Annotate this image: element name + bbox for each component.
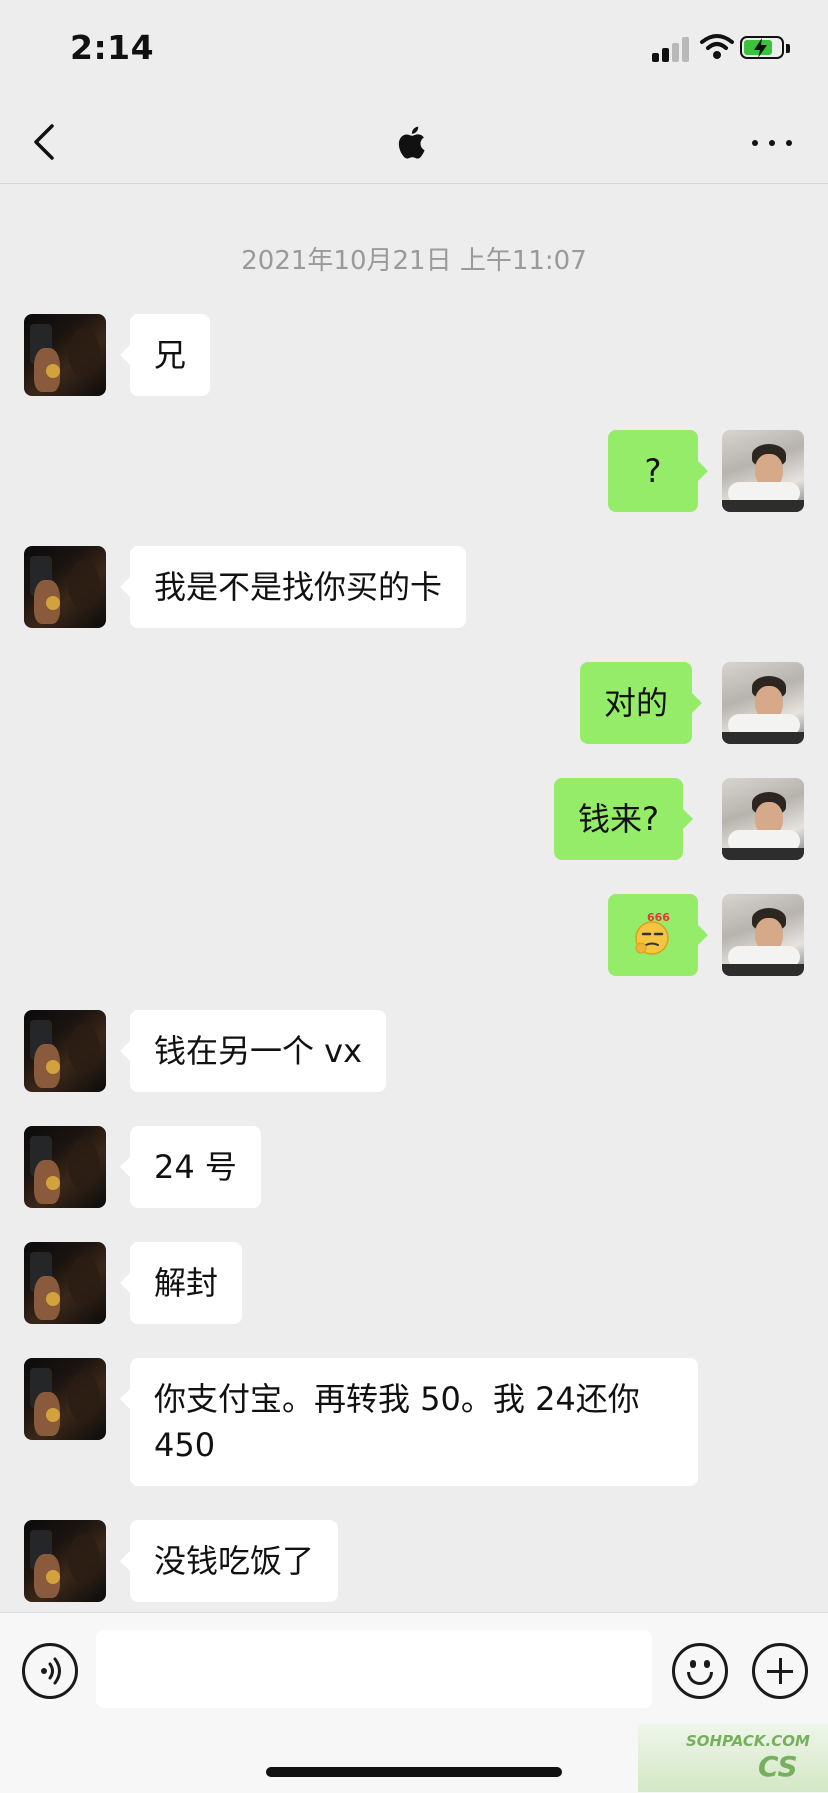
chat-navigation-bar: [0, 100, 828, 184]
user-avatar[interactable]: [722, 778, 804, 860]
outgoing-sticker-bubble[interactable]: 666: [608, 894, 708, 976]
contact-avatar[interactable]: [24, 546, 106, 628]
site-watermark-logo: SOHPACK.COM CS: [638, 1724, 828, 1792]
apple-logo-icon: [398, 126, 425, 159]
contact-avatar[interactable]: [24, 1520, 106, 1602]
contact-avatar[interactable]: [24, 1126, 106, 1208]
emoji-button[interactable]: [672, 1643, 728, 1699]
incoming-message-bubble[interactable]: 我是不是找你买的卡: [119, 546, 467, 628]
voice-input-button[interactable]: [22, 1643, 78, 1699]
status-time: 2:14: [70, 28, 155, 67]
outgoing-message-bubble[interactable]: 钱来?: [554, 778, 693, 860]
home-indicator[interactable]: [266, 1767, 562, 1777]
wifi-icon: [700, 34, 734, 59]
chevron-left-icon[interactable]: [30, 122, 60, 162]
sticker-666-text: 666: [647, 912, 670, 924]
contact-avatar[interactable]: [24, 1242, 106, 1324]
incoming-message-bubble[interactable]: 24 号: [120, 1126, 261, 1208]
user-avatar[interactable]: [722, 662, 804, 744]
incoming-message-bubble[interactable]: 没钱吃饭了: [119, 1520, 339, 1602]
contact-avatar[interactable]: [24, 1358, 106, 1440]
outgoing-message-bubble[interactable]: 对的: [580, 662, 703, 744]
contact-avatar[interactable]: [24, 314, 106, 396]
incoming-message-bubble[interactable]: 兄: [119, 314, 211, 396]
contact-avatar[interactable]: [24, 1010, 106, 1092]
voice-waves-icon: [41, 1657, 61, 1685]
incoming-message-bubble[interactable]: 你支付宝。再转我 50。我 24还你 450: [120, 1358, 698, 1486]
more-functions-plus-button[interactable]: [752, 1643, 808, 1699]
cellular-signal-icon: [652, 36, 694, 62]
outgoing-message-bubble[interactable]: ?: [608, 430, 708, 512]
incoming-message-bubble[interactable]: 钱在另一个 vx: [119, 1010, 387, 1092]
thinking-666-emoji-icon: 666: [635, 912, 670, 955]
incoming-message-bubble[interactable]: 解封: [119, 1242, 243, 1324]
message-text-input[interactable]: [96, 1630, 652, 1708]
user-avatar[interactable]: [722, 430, 804, 512]
more-options-button[interactable]: [750, 120, 794, 164]
message-timestamp: 2021年10月21日 上午11:07: [241, 246, 587, 276]
status-bar: 2:14: [0, 0, 828, 100]
battery-charging-icon: [740, 36, 790, 61]
user-avatar[interactable]: [722, 894, 804, 976]
